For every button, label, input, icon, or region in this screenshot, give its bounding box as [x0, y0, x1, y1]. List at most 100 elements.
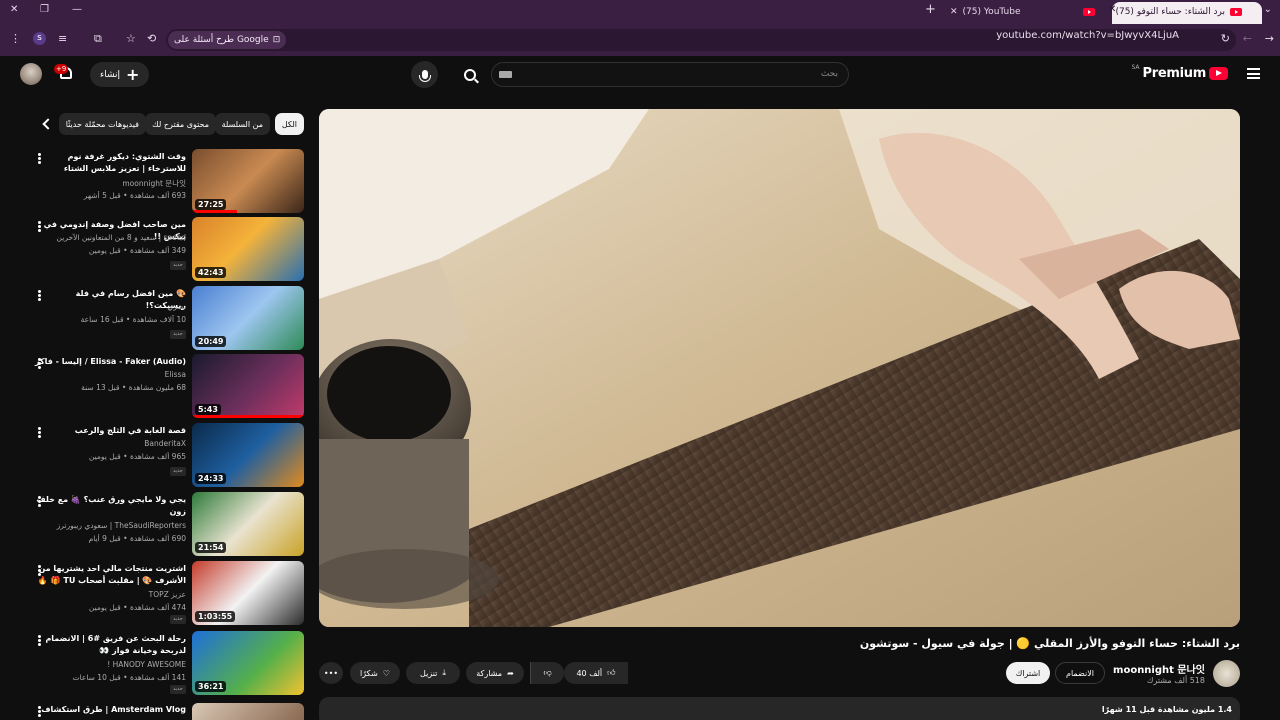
duration-badge: 21:54	[195, 542, 227, 553]
video-meta: 10 آلاف مشاهدة • قبل 16 ساعة	[80, 315, 186, 324]
like-button[interactable]: 40 ألف 👍︎	[564, 662, 628, 684]
thanks-button[interactable]: شكرًا ♡	[350, 662, 400, 684]
chip-from-series[interactable]: من السلسلة	[214, 113, 270, 135]
video-thumbnail[interactable]: 5:43	[192, 354, 304, 418]
video-meta: 690 ألف مشاهدة • قبل 9 أيام	[88, 534, 186, 543]
subscribe-button[interactable]: اشتراك	[1006, 662, 1050, 684]
video-thumbnail[interactable]: 42:43	[192, 217, 304, 281]
more-options-icon[interactable]	[38, 565, 41, 568]
list-item[interactable]: 1:03:55 اشتريت منتجات مالي احد يشتريها م…	[34, 561, 304, 625]
window-minimize-icon[interactable]: —	[72, 4, 82, 15]
share-button[interactable]: مشاركة ➦	[466, 662, 524, 684]
more-options-icon[interactable]	[38, 221, 41, 224]
account-avatar[interactable]	[20, 63, 42, 85]
video-title: قصة الغابة في الثلج والرعب	[74, 426, 186, 435]
list-item[interactable]: 21:54 يجي ولا مايجي ورق عنب؟ 🍇 مع خلف زو…	[34, 492, 304, 556]
keyboard-icon[interactable]	[499, 71, 512, 78]
profile-icon[interactable]: s	[33, 32, 46, 45]
back-icon[interactable]: ←	[1243, 32, 1252, 45]
list-item[interactable]: 27:25 وقت الشتوي: ديكور غرفة نوم للاسترخ…	[34, 149, 304, 213]
window-maximize-icon[interactable]: ❐	[40, 4, 49, 15]
download-label: تنزيل	[420, 668, 438, 678]
kebab-menu-icon[interactable]: ⋮	[10, 32, 21, 45]
chip-recommended[interactable]: محتوى مقترح لك	[145, 113, 216, 135]
more-options-icon[interactable]	[38, 290, 41, 293]
more-options-icon[interactable]	[38, 635, 41, 638]
chip-all[interactable]: الكل	[274, 113, 304, 135]
list-item[interactable]: 5:43 Elissa - Faker (Audio) / إليسا - فا…	[34, 354, 304, 418]
video-thumbnail[interactable]: 27:25	[192, 149, 304, 213]
chip-label: محتوى مقترح لك	[152, 119, 209, 129]
list-item[interactable]: 36:21 رحلة البحث عن فريق #6 | الانضمام ل…	[34, 631, 304, 695]
like-count: 40 ألف	[576, 668, 603, 678]
related-chips-bar: الكل من السلسلة محتوى مقترح لك فيديوهات …	[40, 113, 304, 137]
search-placeholder: بحث	[820, 69, 838, 79]
tab-search-icon[interactable]: ⌄	[1264, 4, 1272, 15]
list-item[interactable]: 42:43 مين صاحب افضل وصفة إندومي في بيكس …	[34, 217, 304, 281]
voice-search-button[interactable]	[411, 61, 438, 88]
browser-tab-youtube[interactable]: ✕ (75) YouTube	[950, 3, 1020, 21]
download-button[interactable]: تنزيل ⤓	[406, 662, 460, 684]
join-button[interactable]: الانضمام	[1055, 662, 1105, 684]
more-options-icon[interactable]	[38, 496, 41, 499]
duration-badge: 36:21	[195, 681, 227, 692]
create-button[interactable]: إنشاء +	[90, 62, 150, 87]
video-thumbnail[interactable]: 1:03:55	[192, 561, 304, 625]
more-options-icon[interactable]	[38, 706, 41, 709]
more-options-icon[interactable]	[38, 153, 41, 156]
channel-name[interactable]: moonnight 문나잇	[1113, 661, 1205, 676]
browser-tab-current[interactable]: (75) برد الشتاء: حساء التوفو	[1115, 3, 1242, 21]
reload-icon[interactable]: ↻	[1221, 32, 1230, 45]
download-icon: ⤓	[442, 668, 446, 677]
duration-badge: 27:25	[195, 199, 227, 210]
channel-name: BanderitaX	[144, 439, 186, 448]
tab-groups-icon[interactable]: ≡	[58, 32, 67, 45]
search-input[interactable]: بحث	[491, 62, 849, 87]
list-item[interactable]: 24:33 قصة الغابة في الثلج والرعب Banderi…	[34, 423, 304, 487]
video-thumbnail[interactable]: 36:21	[192, 631, 304, 695]
video-thumbnail[interactable]: 21:54	[192, 492, 304, 556]
new-tab-icon[interactable]: +	[925, 2, 936, 17]
tab-title: (75) YouTube	[962, 7, 1021, 17]
youtube-logo[interactable]: SA Premium	[1131, 64, 1228, 81]
country-code: SA	[1131, 64, 1140, 71]
extensions-icon[interactable]: ⧉	[94, 32, 102, 46]
video-title: Elissa - Faker (Audio) / إليسا - فاكر	[34, 357, 186, 366]
duration-badge: 42:43	[195, 267, 227, 278]
translate-icon[interactable]: ⟲	[147, 32, 156, 45]
more-options-icon[interactable]	[38, 427, 41, 430]
new-badge: جديد	[170, 467, 186, 476]
share-label: مشاركة	[476, 668, 503, 678]
watch-progress-bar	[192, 210, 237, 213]
list-item[interactable]: 20:49 🎨 مين افضل رسام في فلة ريسيكت؟! نص…	[34, 286, 304, 350]
google-lens-chip[interactable]: طرح أسئلة على Google ⊡	[168, 31, 287, 49]
guide-menu-icon[interactable]	[1247, 68, 1260, 79]
tab-close-icon[interactable]: ✕	[950, 7, 958, 17]
dislike-button[interactable]: 👎︎	[530, 662, 564, 684]
video-title: وقت الشتوي: ديكور غرفة نوم للاسترخاء | ت…	[63, 152, 186, 177]
video-thumbnail[interactable]: 20:49	[192, 286, 304, 350]
chip-recently-uploaded[interactable]: فيديوهات محمّلة حديثًا	[58, 113, 146, 135]
more-options-icon[interactable]	[38, 358, 41, 361]
duration-badge: 5:43	[195, 404, 221, 415]
lens-icon: ⊡	[272, 35, 281, 45]
search-button[interactable]	[452, 62, 488, 87]
plus-icon: +	[126, 64, 140, 84]
create-label: إنشاء	[100, 69, 121, 80]
video-thumbnail[interactable]: 24:33	[192, 423, 304, 487]
new-badge: جديد	[170, 615, 186, 624]
channel-name: saeed | سعيد و 8 من المتعاونين الآخرين	[56, 233, 186, 242]
channel-avatar[interactable]	[1213, 660, 1240, 687]
url-text[interactable]: youtube.com/watch?v=bJwyvX4LjuA	[996, 30, 1179, 41]
video-frame	[319, 109, 1240, 627]
list-item[interactable]: Amsterdam Vlog | طرق استكشاف	[34, 703, 304, 720]
video-player[interactable]	[319, 109, 1240, 627]
more-actions-button[interactable]: •••	[319, 662, 343, 684]
window-close-icon[interactable]: ✕	[10, 4, 18, 15]
video-thumbnail[interactable]	[192, 703, 304, 720]
forward-icon[interactable]: →	[1265, 32, 1274, 45]
tab-close-icon[interactable]: ✕	[1108, 4, 1116, 15]
duration-badge: 24:33	[195, 473, 227, 484]
video-title: يجي ولا مايجي ورق عنب؟ 🍇 مع خلف زون	[36, 495, 186, 516]
bookmark-star-icon[interactable]: ☆	[126, 32, 136, 45]
